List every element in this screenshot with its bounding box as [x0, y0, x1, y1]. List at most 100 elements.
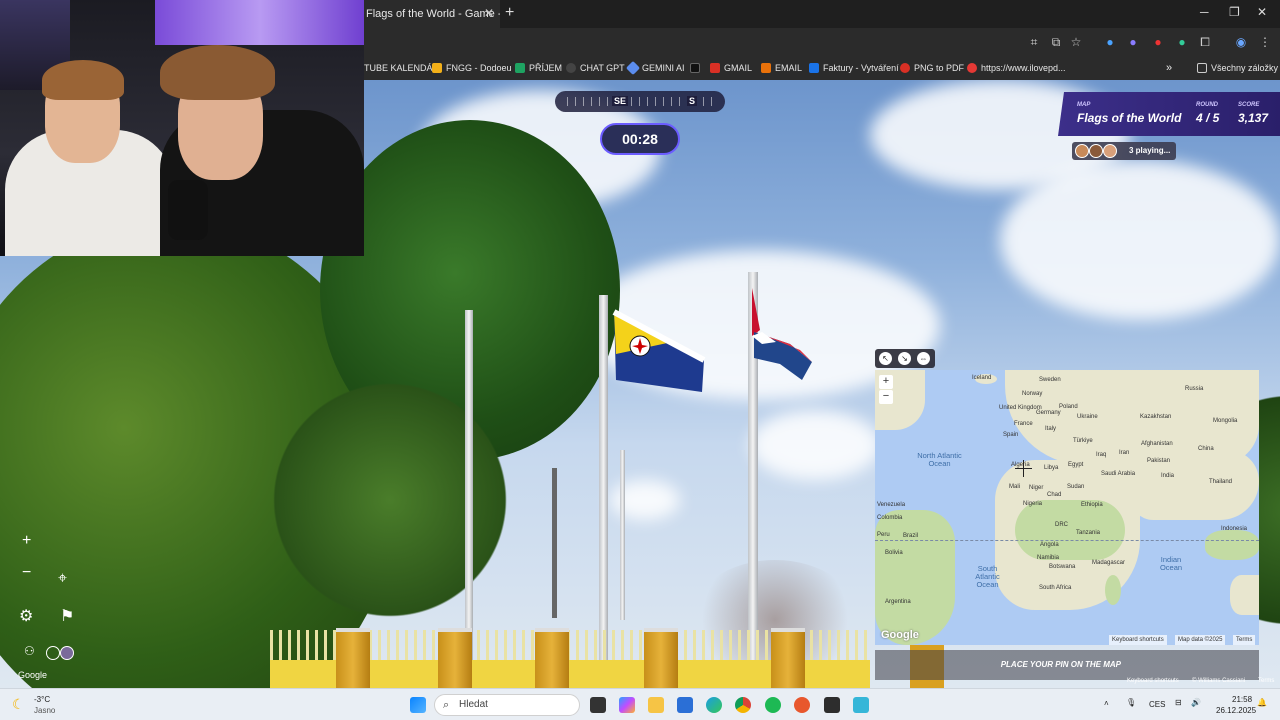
extension-badge-icon[interactable]: ● [1150, 34, 1166, 50]
google-logo: Google [881, 629, 919, 641]
profile-avatar-icon[interactable]: ◉ [1233, 34, 1249, 50]
language-indicator[interactable]: CES [1149, 700, 1165, 709]
bookmark-item[interactable] [690, 56, 700, 80]
tab-close-icon[interactable]: ✕ [484, 6, 494, 20]
minimize-icon[interactable]: ─ [1200, 5, 1209, 19]
bookmark-item[interactable]: PNG to PDF [900, 56, 964, 80]
game-status-panel: MAP Flags of the World ROUND 4 / 5 SCORE… [1058, 92, 1280, 136]
new-tab-icon[interactable]: + [505, 4, 514, 22]
map-label: Kazakhstan [1140, 414, 1172, 420]
restore-icon[interactable]: ❐ [1229, 5, 1240, 19]
chrome-icon[interactable] [735, 697, 751, 713]
map-label: Sweden [1039, 377, 1061, 383]
map-label: Niger [1029, 485, 1044, 491]
extension-icon[interactable]: ● [1174, 34, 1190, 50]
map-label: Namibia [1037, 555, 1060, 561]
map-label: Germany [1036, 410, 1061, 416]
map-label: Italy [1045, 426, 1057, 432]
volume-icon[interactable]: 🔊 [1191, 698, 1201, 707]
map-label: Norway [1022, 391, 1043, 397]
close-window-icon[interactable]: ✕ [1257, 5, 1267, 19]
map-label: South Africa [1039, 585, 1072, 591]
map-zoom-in-icon[interactable]: + [879, 375, 893, 389]
translate-icon[interactable]: ⌗ [1026, 34, 1042, 50]
zoom-in-icon[interactable]: + [22, 532, 31, 550]
terms-link[interactable]: Terms [1233, 635, 1256, 645]
clock-time[interactable]: 21:58 [1232, 695, 1252, 704]
map-label: China [1198, 446, 1214, 452]
expand-map-icon[interactable]: ↖ [879, 352, 892, 365]
tray-overflow-icon[interactable]: ˄ [1104, 699, 1109, 708]
pin-location-icon[interactable]: ⌖ [58, 570, 67, 588]
webcam-person-right-hair [160, 45, 275, 100]
network-icon[interactable]: ⊟ [1175, 698, 1182, 707]
search-icon: ⌕ [443, 699, 450, 711]
people-icon[interactable]: ⚇ [24, 644, 35, 658]
bookmarks-overflow-icon[interactable]: » [1166, 56, 1172, 80]
extension-icon[interactable]: ● [1102, 34, 1118, 50]
map-label: Iceland [972, 375, 992, 381]
bookmark-item[interactable]: GEMINI AI [625, 56, 685, 80]
file-explorer-icon[interactable] [648, 697, 664, 713]
copilot-icon[interactable] [619, 697, 635, 713]
settings-gear-icon[interactable]: ⚙ [19, 606, 33, 626]
bookmark-star-icon[interactable]: ☆ [1068, 34, 1084, 50]
players-count: 3 playing... [1129, 146, 1171, 155]
taskbar-search[interactable]: ⌕ Hledat [434, 694, 580, 716]
bookmark-item[interactable]: GMAIL [710, 56, 752, 80]
guess-minimap[interactable]: Iceland Sweden Russia Norway United King… [875, 370, 1259, 645]
keyboard-shortcuts-link[interactable]: Keyboard shortcuts [1109, 635, 1167, 645]
all-bookmarks-button[interactable]: Všechny záložky [1197, 56, 1278, 80]
menu-kebab-icon[interactable]: ⋮ [1257, 34, 1273, 50]
notifications-icon[interactable]: 🔔 [1257, 698, 1267, 707]
score-label: SCORE [1238, 102, 1260, 108]
tab-title: Flags of the World - Game - Ge [366, 8, 500, 20]
app-icon[interactable] [794, 697, 810, 713]
edge-icon[interactable] [706, 697, 722, 713]
terminal-icon[interactable] [824, 697, 840, 713]
bookmark-item[interactable]: PŘÍJEM [515, 56, 562, 80]
notepad-icon[interactable] [853, 697, 869, 713]
bookmark-icon [761, 63, 771, 73]
bookmark-item[interactable]: EMAIL [761, 56, 802, 80]
tab-active[interactable]: Flags of the World - Game - Ge ✕ [360, 0, 500, 28]
map-label: Russia [1185, 386, 1204, 392]
player-avatar [60, 646, 74, 660]
map-label: Peru [877, 532, 890, 538]
place-pin-banner: PLACE YOUR PIN ON THE MAP [875, 650, 1259, 680]
clock-date[interactable]: 26.12.2025 [1216, 706, 1256, 715]
webcam-microphone [168, 180, 208, 240]
search-placeholder: Hledat [459, 699, 488, 710]
sv-author-attribution: © Williams Cassiani [1192, 678, 1246, 684]
microphone-icon[interactable]: 🎙 [1126, 698, 1136, 707]
pin-map-icon[interactable]: ⇔ [917, 352, 930, 365]
map-label: Mali [1009, 484, 1021, 490]
cloud [1000, 160, 1280, 320]
webcam-overlay [0, 0, 364, 256]
flag-netherlands [752, 288, 812, 380]
map-zoom-out-icon[interactable]: − [879, 390, 893, 404]
task-view-icon[interactable] [590, 697, 606, 713]
weather-temp: -3°C [34, 695, 51, 704]
windows-start-icon[interactable] [410, 697, 426, 713]
extensions-puzzle-icon[interactable]: ⧠ [1197, 34, 1213, 50]
bookmark-item[interactable]: CHAT GPT [566, 56, 625, 80]
bookmark-item[interactable]: https://www.ilovepd... [967, 56, 1066, 80]
shrink-map-icon[interactable]: ↘ [898, 352, 911, 365]
players-indicator[interactable]: 3 playing... [1072, 142, 1176, 160]
install-icon[interactable]: ⧉ [1048, 34, 1064, 50]
bookmark-item[interactable]: Faktury - Vytváření [809, 56, 899, 80]
bookmark-item[interactable]: FNGG - Dodoeu [432, 56, 512, 80]
sv-keyboard-shortcuts[interactable]: Keyboard shortcuts [1127, 678, 1179, 684]
spotify-icon[interactable] [765, 697, 781, 713]
bookmark-item[interactable]: TUBE KALENDÁŘ [364, 56, 439, 80]
flag-return-icon[interactable]: ⚑ [60, 606, 74, 626]
extension-icon[interactable]: ● [1125, 34, 1141, 50]
sv-terms[interactable]: Terms [1258, 678, 1274, 684]
landmass-madagascar [1105, 575, 1121, 605]
outlook-icon[interactable] [677, 697, 693, 713]
crosshair-cursor-icon [1015, 460, 1032, 477]
bookmark-icon [900, 63, 910, 73]
zoom-out-icon[interactable]: − [22, 564, 31, 582]
map-label: Mongolia [1213, 418, 1238, 424]
